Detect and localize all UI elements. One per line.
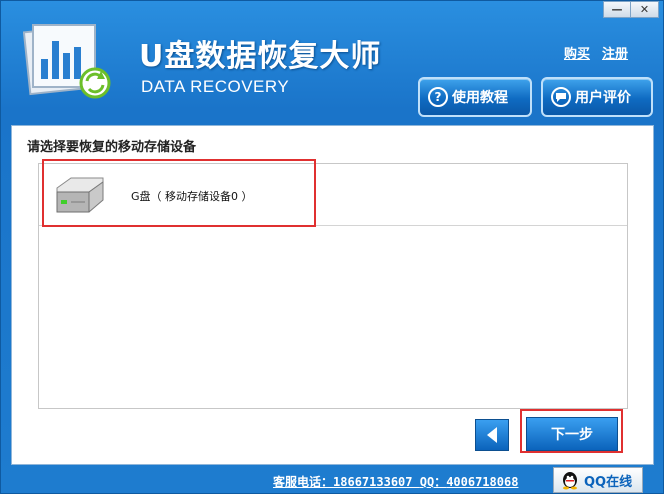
register-link[interactable]: 注册 [602,43,628,62]
qq-penguin-icon [563,472,577,490]
user-review-button[interactable]: 用户评价 [541,77,653,117]
qq-online-label: QQ在线 [584,474,633,490]
device-prompt: 请选择要恢复的移动存储设备 [27,140,197,155]
account-links: 购买 注册 [564,43,628,62]
tutorial-label: 使用教程 [452,90,508,106]
device-highlight-box [42,159,316,227]
app-logo [23,24,111,99]
phone-number: 18667133607 [333,475,413,489]
phone-label: 客服电话： [273,475,334,489]
qq-label: QQ： [419,475,447,489]
minimize-button[interactable]: — [603,1,631,18]
app-window: — ✕ U盘数据恢复大师 DATA RECOVERY 购买 注册 ? 使用教程 … [0,0,664,494]
tutorial-button[interactable]: ? 使用教程 [418,77,532,117]
buy-link[interactable]: 购买 [564,43,590,62]
qq-number: 4006718068 [446,475,519,489]
chat-icon [551,87,571,107]
review-label: 用户评价 [575,90,631,106]
back-button[interactable] [475,419,509,451]
support-contact: 客服电话：18667133607 QQ：4006718068 [273,473,518,490]
close-button[interactable]: ✕ [631,1,659,18]
app-title: U盘数据恢复大师 [139,39,382,74]
qq-online-button[interactable]: QQ在线 [553,467,643,493]
arrow-left-icon [487,427,497,443]
app-subtitle: DATA RECOVERY [141,77,290,96]
window-controls: — ✕ [603,1,659,18]
question-icon: ? [428,87,448,107]
next-highlight-box [520,409,623,453]
